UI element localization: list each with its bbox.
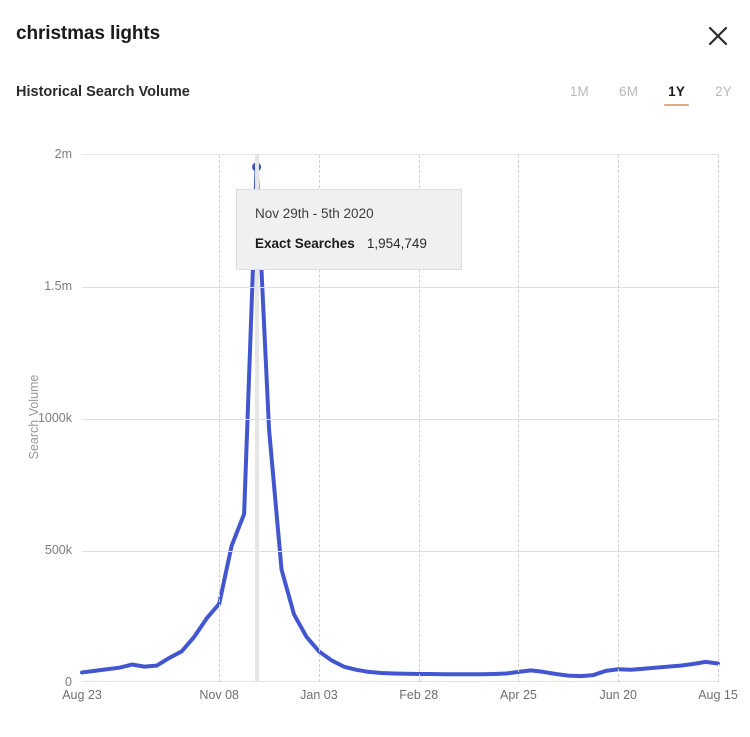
y-axis-tick-label: 1.5m [12,279,72,293]
chart-tooltip: Nov 29th - 5th 2020 Exact Searches 1,954… [236,189,462,270]
tab-1m[interactable]: 1M [570,82,589,107]
tab-2y[interactable]: 2Y [715,82,732,107]
tooltip-date-range: Nov 29th - 5th 2020 [255,206,443,221]
historical-search-volume-panel: christmas lights Historical Search Volum… [0,0,750,737]
close-x-icon [707,25,729,47]
vertical-gridline [718,155,719,682]
panel-header: christmas lights [0,0,750,72]
tab-6m[interactable]: 6M [619,82,638,107]
tooltip-metric-row: Exact Searches 1,954,749 [255,236,443,251]
y-axis-tick-label: 0 [12,675,72,689]
tooltip-metric-value: 1,954,749 [367,236,427,251]
horizontal-gridline [82,287,718,288]
tooltip-metric-label: Exact Searches [255,236,355,251]
horizontal-gridline [82,419,718,420]
x-axis-tick-label: Aug 23 [62,688,102,702]
vertical-gridline [618,155,619,682]
x-axis-tick-label: Jan 03 [300,688,338,702]
date-range-tabs: 1M 6M 1Y 2Y [570,82,732,107]
horizontal-gridline [82,551,718,552]
x-axis-tick-label: Apr 25 [500,688,537,702]
y-axis-tick-labels: 2m1.5m1000k500k0 [10,140,72,680]
vertical-gridline [518,155,519,682]
x-axis-tick-label: Jun 20 [599,688,637,702]
chart-subheader: Historical Search Volume 1M 6M 1Y 2Y [0,82,750,122]
x-axis-tick-label: Feb 28 [399,688,438,702]
page-title: christmas lights [16,23,160,45]
vertical-gridline [219,155,220,682]
x-axis-tick-labels: Aug 23Nov 08Jan 03Feb 28Apr 25Jun 20Aug … [82,688,718,710]
close-button[interactable] [702,20,734,52]
x-axis-tick-label: Nov 08 [199,688,239,702]
x-axis-tick-label: Aug 15 [698,688,738,702]
y-axis-tick-label: 2m [12,147,72,161]
chart-section-title: Historical Search Volume [16,84,190,100]
y-axis-tick-label: 1000k [12,411,72,425]
y-axis-tick-label: 500k [12,543,72,557]
tab-1y[interactable]: 1Y [668,82,685,107]
